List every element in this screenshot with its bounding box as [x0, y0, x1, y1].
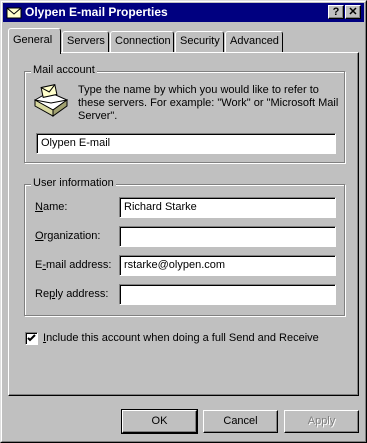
tab-connection[interactable]: Connection [110, 31, 174, 52]
cancel-button[interactable]: Cancel [203, 410, 278, 433]
properties-dialog: Olypen E-mail Properties ? ✕ General Ser… [0, 0, 367, 443]
email-address-label: E-mail address: [35, 259, 112, 271]
name-input[interactable]: Richard Starke [119, 197, 336, 218]
organization-label: Organization: [35, 230, 101, 242]
reply-address-input[interactable] [119, 284, 336, 305]
close-button[interactable]: ✕ [345, 5, 361, 19]
tab-general[interactable]: General [8, 28, 61, 54]
title-bar[interactable]: Olypen E-mail Properties ? ✕ [3, 3, 364, 22]
include-account-checkbox[interactable] [25, 332, 38, 345]
user-information-legend: User information [31, 177, 116, 189]
mail-account-icon [33, 84, 69, 117]
mail-account-group: Mail account Type the name by which you … [24, 64, 345, 163]
ok-button[interactable]: OK [121, 409, 198, 434]
tab-servers[interactable]: Servers [62, 31, 109, 52]
organization-input[interactable] [119, 226, 336, 247]
window-title: Olypen E-mail Properties [25, 5, 168, 19]
name-label: Name: [35, 201, 68, 213]
tab-security[interactable]: Security [175, 31, 224, 52]
mail-account-description: Type the name by which you would like to… [78, 84, 339, 122]
mail-account-icon [6, 7, 22, 19]
help-button[interactable]: ? [328, 5, 344, 19]
tab-advanced[interactable]: Advanced [225, 31, 283, 52]
apply-button[interactable]: Apply [284, 410, 359, 433]
mail-account-legend: Mail account [31, 64, 97, 76]
user-information-group: User information Name: Richard Starke Or… [24, 177, 345, 316]
email-address-input[interactable]: rstarke@olypen.com [119, 255, 336, 276]
include-account-label[interactable]: Include this account when doing a full S… [43, 332, 319, 344]
account-name-input[interactable]: Olypen E-mail [36, 133, 336, 154]
general-tab-panel: Mail account Type the name by which you … [8, 52, 359, 396]
reply-address-label: Reply address: [35, 288, 109, 300]
checkmark-icon [27, 334, 36, 342]
